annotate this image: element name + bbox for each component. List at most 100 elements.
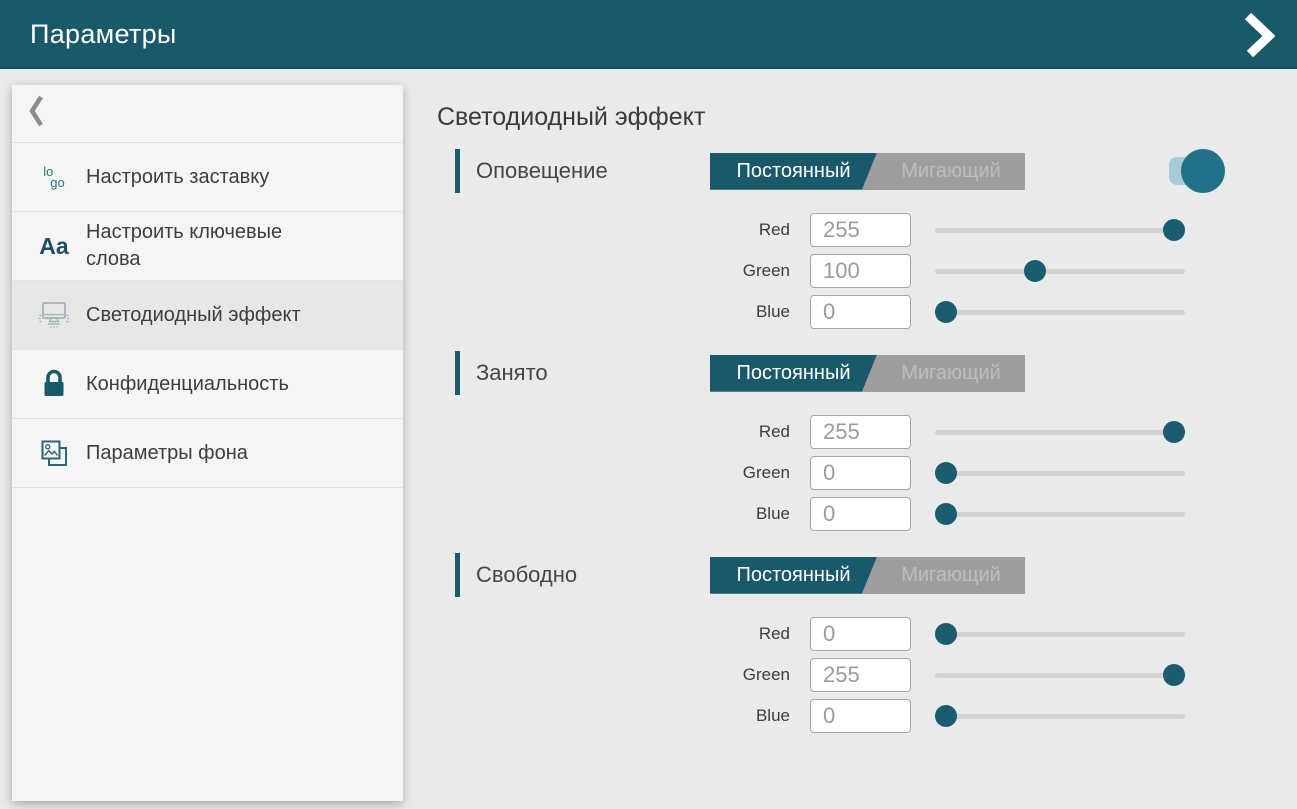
- green-slider[interactable]: [935, 456, 1185, 490]
- blue-label: Blue: [437, 504, 810, 524]
- notification-toggle[interactable]: [1169, 149, 1225, 193]
- section-title: Свободно: [476, 562, 710, 588]
- blue-label: Blue: [437, 302, 810, 322]
- slider-track: [935, 430, 1185, 435]
- mode-constant-button[interactable]: Постоянный: [710, 153, 877, 190]
- green-input[interactable]: [810, 456, 911, 490]
- sidebar-item-keywords[interactable]: Aa Настроить ключевые слова: [12, 212, 403, 281]
- red-label: Red: [437, 624, 810, 644]
- rgb-row-red: Red: [437, 617, 1297, 651]
- rgb-row-blue: Blue: [437, 699, 1297, 733]
- green-input[interactable]: [810, 254, 911, 288]
- blue-input[interactable]: [810, 699, 911, 733]
- slider-thumb[interactable]: [935, 462, 957, 484]
- chevron-right-icon[interactable]: [1241, 10, 1277, 60]
- rgb-row-red: Red: [437, 415, 1297, 449]
- top-app-bar: Параметры: [0, 0, 1297, 69]
- accent-bar: [455, 553, 460, 597]
- slider-thumb[interactable]: [1163, 664, 1185, 686]
- red-slider[interactable]: [935, 617, 1185, 651]
- blue-slider[interactable]: [935, 699, 1185, 733]
- settings-sidebar: lo go Настроить заставку Aa Настроить кл…: [12, 85, 403, 801]
- toggle-knob: [1181, 149, 1225, 193]
- rgb-row-blue: Blue: [437, 497, 1297, 531]
- rgb-row-green: Green: [437, 254, 1297, 288]
- rgb-row-red: Red: [437, 213, 1297, 247]
- blue-label: Blue: [437, 706, 810, 726]
- rgb-block-free: Red Green Blue: [437, 617, 1297, 733]
- green-label: Green: [437, 665, 810, 685]
- aa-text-icon: Aa: [36, 233, 72, 260]
- rgb-row-blue: Blue: [437, 295, 1297, 329]
- slider-thumb[interactable]: [935, 503, 957, 525]
- green-label: Green: [437, 261, 810, 281]
- slider-track: [935, 714, 1185, 719]
- led-effect-panel: Светодиодный эффект Оповещение Постоянны…: [437, 69, 1297, 740]
- sidebar-item-label: Параметры фона: [86, 440, 248, 467]
- slider-thumb[interactable]: [1163, 219, 1185, 241]
- slider-track: [935, 471, 1185, 476]
- rgb-block-notification: Red Green Blue: [437, 213, 1297, 329]
- section-title: Оповещение: [476, 158, 710, 184]
- slider-track: [935, 269, 1185, 274]
- sidebar-back-button[interactable]: [12, 85, 403, 143]
- logo-icon: lo go: [36, 166, 72, 188]
- green-label: Green: [437, 463, 810, 483]
- slider-thumb[interactable]: [1163, 421, 1185, 443]
- sidebar-item-background[interactable]: Параметры фона: [12, 419, 403, 488]
- red-label: Red: [437, 422, 810, 442]
- sidebar-item-screensaver[interactable]: lo go Настроить заставку: [12, 143, 403, 212]
- sidebar-item-label: Светодиодный эффект: [86, 302, 301, 329]
- rgb-block-busy: Red Green Blue: [437, 415, 1297, 531]
- sidebar-item-label: Настроить заставку: [86, 164, 269, 191]
- sidebar-item-label: Конфиденциальность: [86, 371, 289, 398]
- red-input[interactable]: [810, 213, 911, 247]
- blue-input[interactable]: [810, 497, 911, 531]
- app-title: Параметры: [30, 19, 177, 50]
- lock-icon: [36, 368, 72, 400]
- monitor-icon: [36, 301, 72, 329]
- section-header-busy: Занято Постоянный Мигающий: [437, 350, 1297, 396]
- rgb-row-green: Green: [437, 456, 1297, 490]
- page-title: Светодиодный эффект: [437, 103, 1297, 132]
- mode-constant-button[interactable]: Постоянный: [710, 557, 877, 594]
- green-slider[interactable]: [935, 658, 1185, 692]
- rgb-row-green: Green: [437, 658, 1297, 692]
- sidebar-item-label: Настроить ключевые слова: [86, 219, 326, 273]
- red-slider[interactable]: [935, 415, 1185, 449]
- mode-constant-button[interactable]: Постоянный: [710, 355, 877, 392]
- blue-input[interactable]: [810, 295, 911, 329]
- slider-track: [935, 310, 1185, 315]
- green-input[interactable]: [810, 658, 911, 692]
- slider-track: [935, 512, 1185, 517]
- mode-blinking-button[interactable]: Мигающий: [877, 355, 1025, 392]
- green-slider[interactable]: [935, 254, 1185, 288]
- mode-blinking-button[interactable]: Мигающий: [877, 153, 1025, 190]
- mode-segmented-control: Постоянный Мигающий: [710, 153, 1025, 190]
- chevron-left-icon: [29, 95, 43, 132]
- slider-thumb[interactable]: [1024, 260, 1046, 282]
- sidebar-item-led-effect[interactable]: Светодиодный эффект: [12, 281, 403, 350]
- images-icon: [36, 438, 72, 469]
- sidebar-item-privacy[interactable]: Конфиденциальность: [12, 350, 403, 419]
- accent-bar: [455, 149, 460, 193]
- slider-track: [935, 228, 1185, 233]
- red-input[interactable]: [810, 617, 911, 651]
- slider-thumb[interactable]: [935, 301, 957, 323]
- mode-segmented-control: Постоянный Мигающий: [710, 557, 1025, 594]
- slider-thumb[interactable]: [935, 705, 957, 727]
- slider-thumb[interactable]: [935, 623, 957, 645]
- slider-track: [935, 632, 1185, 637]
- slider-track: [935, 673, 1185, 678]
- section-header-notification: Оповещение Постоянный Мигающий: [437, 148, 1297, 194]
- red-input[interactable]: [810, 415, 911, 449]
- accent-bar: [455, 351, 460, 395]
- section-title: Занято: [476, 360, 710, 386]
- mode-blinking-button[interactable]: Мигающий: [877, 557, 1025, 594]
- red-label: Red: [437, 220, 810, 240]
- red-slider[interactable]: [935, 213, 1185, 247]
- section-header-free: Свободно Постоянный Мигающий: [437, 552, 1297, 598]
- mode-segmented-control: Постоянный Мигающий: [710, 355, 1025, 392]
- blue-slider[interactable]: [935, 295, 1185, 329]
- blue-slider[interactable]: [935, 497, 1185, 531]
